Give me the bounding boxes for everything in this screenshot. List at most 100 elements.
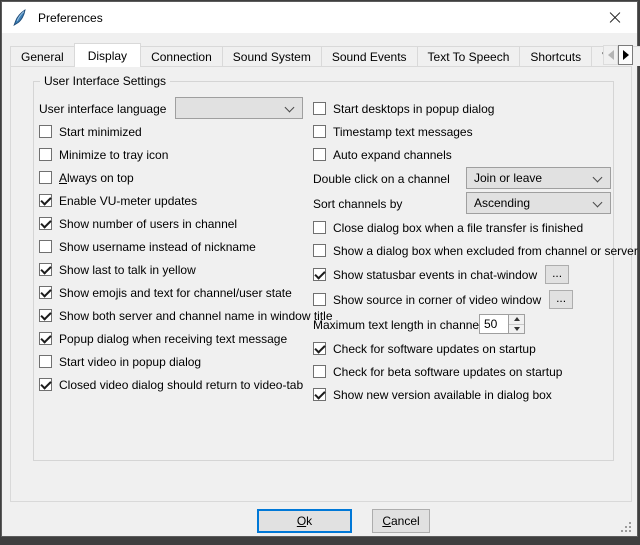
video-source-options-button[interactable]: ... <box>549 290 573 309</box>
sort-channels-label: Sort channels by <box>313 197 402 211</box>
video-source-row: Show source in corner of video window ..… <box>313 287 627 312</box>
tab-display[interactable]: Display <box>74 43 141 67</box>
left-column: User interface language Start minimized … <box>39 97 311 396</box>
checkbox-vu-meter[interactable]: Enable VU-meter updates <box>39 189 311 212</box>
ok-label: Ok <box>297 514 312 528</box>
ellipsis-label: ... <box>556 291 566 305</box>
tab-scroll-right-button[interactable] <box>618 45 633 65</box>
checkbox-excluded-dialog[interactable]: Show a dialog box when excluded from cha… <box>313 239 627 262</box>
title-bar: Preferences <box>2 2 637 33</box>
resize-grip-icon <box>620 521 632 533</box>
sort-channels-row: Sort channels by Ascending <box>313 191 627 216</box>
chevron-down-icon <box>593 173 603 183</box>
checkbox-box <box>313 148 326 161</box>
checkbox-label: Enable VU-meter updates <box>59 194 197 208</box>
checkbox-timestamp-messages[interactable]: Timestamp text messages <box>313 120 627 143</box>
cancel-button[interactable]: Cancel <box>372 509 430 533</box>
tab-scroll-left-button <box>603 45 618 65</box>
spin-up-button[interactable] <box>509 315 524 325</box>
checkbox-box <box>313 244 326 257</box>
close-icon <box>609 12 621 24</box>
cancel-label: Cancel <box>382 514 419 528</box>
spin-down-icon <box>514 327 520 331</box>
resize-grip[interactable] <box>620 521 632 533</box>
checkbox-emojis[interactable]: Show emojis and text for channel/user st… <box>39 281 311 304</box>
tab-general[interactable]: General <box>10 46 75 66</box>
language-label: User interface language <box>39 102 166 116</box>
app-icon <box>11 9 28 26</box>
checkbox-label: Show last to talk in yellow <box>59 263 196 277</box>
label-rest: lways on top <box>67 171 134 185</box>
tab-text-to-speech[interactable]: Text To Speech <box>417 46 521 66</box>
checkbox-label: Show both server and channel name in win… <box>59 309 333 323</box>
accel-char: C <box>382 514 391 528</box>
ok-button[interactable]: Ok <box>257 509 352 533</box>
checkbox-video-popup[interactable]: Start video in popup dialog <box>39 350 311 373</box>
checkbox-label: Start video in popup dialog <box>59 355 201 369</box>
checkbox-box <box>39 171 52 184</box>
checkbox-label: Check for software updates on startup <box>333 342 536 356</box>
checkbox-box[interactable] <box>313 293 326 306</box>
checkbox-show-username[interactable]: Show username instead of nickname <box>39 235 311 258</box>
checkbox-server-channel-title[interactable]: Show both server and channel name in win… <box>39 304 311 327</box>
spinner-buttons <box>508 315 524 333</box>
sort-channels-combobox[interactable]: Ascending <box>466 192 611 214</box>
checkbox-start-minimized[interactable]: Start minimized <box>39 120 311 143</box>
chevron-down-icon <box>285 103 295 113</box>
checkbox-new-version-dialog[interactable]: Show new version available in dialog box <box>313 383 627 406</box>
tab-shortcuts[interactable]: Shortcuts <box>519 46 592 66</box>
checkbox-closed-video-return[interactable]: Closed video dialog should return to vid… <box>39 373 311 396</box>
checkbox-label: Auto expand channels <box>333 148 452 162</box>
checkbox-box <box>313 342 326 355</box>
checkbox-label: Show new version available in dialog box <box>333 388 552 402</box>
checkbox-box <box>313 388 326 401</box>
checkbox-box[interactable] <box>313 268 326 281</box>
checkbox-label: Show emojis and text for channel/user st… <box>59 286 292 300</box>
checkbox-label: Show number of users in channel <box>59 217 237 231</box>
checkbox-desktops-popup[interactable]: Start desktops in popup dialog <box>313 97 627 120</box>
chevron-down-icon <box>593 198 603 208</box>
double-click-value: Join or leave <box>474 171 542 185</box>
language-row: User interface language <box>39 97 311 120</box>
checkbox-box <box>39 217 52 230</box>
checkbox-box <box>313 221 326 234</box>
spinbox-value: 50 <box>480 315 508 333</box>
checkbox-always-on-top[interactable]: Always on top <box>39 166 311 189</box>
checkbox-box <box>39 148 52 161</box>
double-click-combobox[interactable]: Join or leave <box>466 167 611 189</box>
checkbox-show-user-count[interactable]: Show number of users in channel <box>39 212 311 235</box>
checkbox-label: Minimize to tray icon <box>59 148 168 162</box>
checkbox-last-talk-yellow[interactable]: Show last to talk in yellow <box>39 258 311 281</box>
max-text-length-spinbox[interactable]: 50 <box>479 314 525 334</box>
checkbox-popup-text-message[interactable]: Popup dialog when receiving text message <box>39 327 311 350</box>
checkbox-label: Start minimized <box>59 125 142 139</box>
language-combobox[interactable] <box>175 97 303 119</box>
checkbox-box <box>39 378 52 391</box>
checkbox-label: Timestamp text messages <box>333 125 473 139</box>
checkbox-box <box>39 240 52 253</box>
checkbox-minimize-to-tray[interactable]: Minimize to tray icon <box>39 143 311 166</box>
checkbox-box <box>39 309 52 322</box>
tab-sound-system[interactable]: Sound System <box>222 46 322 66</box>
close-button[interactable] <box>592 2 637 33</box>
checkbox-box <box>39 125 52 138</box>
checkbox-auto-expand[interactable]: Auto expand channels <box>313 143 627 166</box>
checkbox-label: Always on top <box>59 171 134 185</box>
checkbox-close-on-transfer[interactable]: Close dialog box when a file transfer is… <box>313 216 627 239</box>
tab-scroll-left-icon <box>608 50 614 60</box>
checkbox-box <box>39 355 52 368</box>
checkbox-label: Show source in corner of video window <box>333 293 541 307</box>
checkbox-label: Closed video dialog should return to vid… <box>59 378 303 392</box>
checkbox-check-updates[interactable]: Check for software updates on startup <box>313 337 627 360</box>
checkbox-label: Check for beta software updates on start… <box>333 365 562 379</box>
checkbox-label: Show statusbar events in chat-window <box>333 268 537 282</box>
tab-sound-events[interactable]: Sound Events <box>321 46 418 66</box>
statusbar-events-options-button[interactable]: ... <box>545 265 569 284</box>
display-tab-page: User Interface Settings User interface l… <box>10 66 632 502</box>
checkbox-check-beta-updates[interactable]: Check for beta software updates on start… <box>313 360 627 383</box>
tab-connection[interactable]: Connection <box>140 46 223 66</box>
statusbar-events-row: Show statusbar events in chat-window ... <box>313 262 627 287</box>
checkbox-box <box>39 332 52 345</box>
checkbox-box <box>39 286 52 299</box>
spin-down-button[interactable] <box>509 325 524 334</box>
